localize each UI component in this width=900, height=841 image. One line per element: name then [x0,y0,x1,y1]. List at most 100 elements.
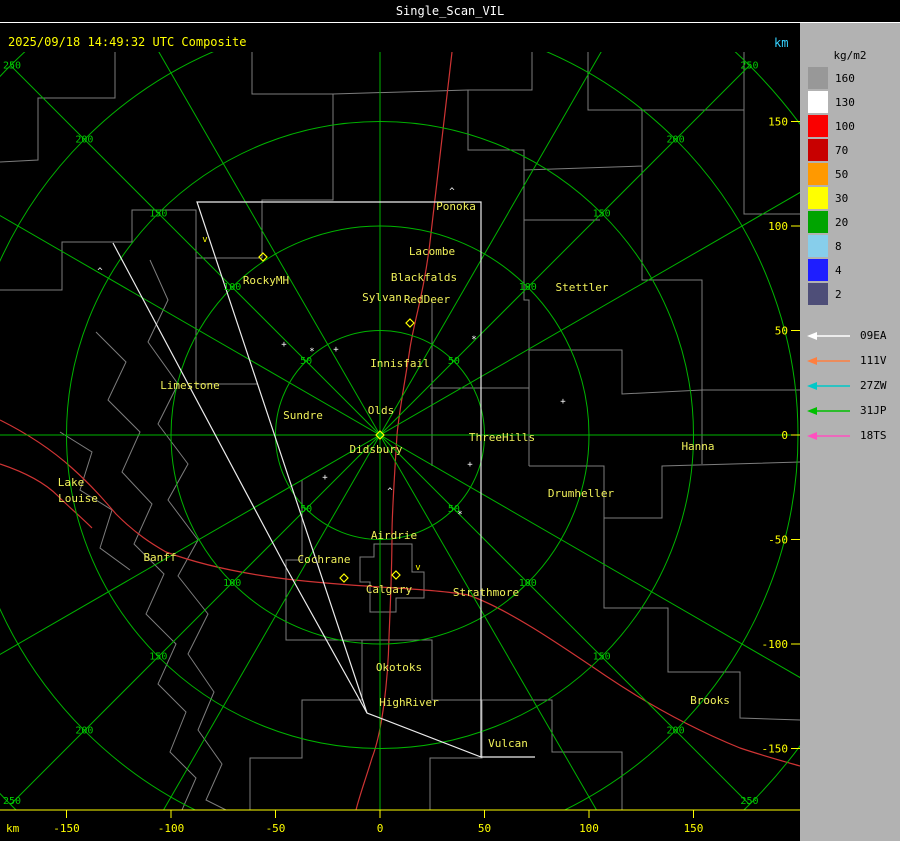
svg-text:150: 150 [593,208,611,219]
svg-text:100: 100 [519,578,537,589]
svg-text:250: 250 [3,796,21,807]
radar-map-canvas[interactable]: 50 100 150 200 250 50 100 150 200 250 50 100 150 200 2… [0,52,800,841]
scale-entry: 130 [808,91,855,113]
bottom-axis-tick-label: -150 [53,822,80,835]
svg-text:+: + [467,460,473,470]
site-entry: 31JP [806,398,887,423]
town-label: Limestone [160,379,220,392]
right-axis-tick-label: 100 [768,220,788,233]
town-label: Blackfalds [391,271,457,284]
scale-entry: 4 [808,259,855,281]
town-label: Sundre [283,409,323,422]
site-arrow-icon [807,406,850,415]
scale-value-label: 30 [835,191,849,205]
svg-text:+: + [333,345,339,355]
radar-app-window: Single_Scan_VIL 2025/09/18 14:49:32 UTC … [0,0,900,841]
scale-value-label: 50 [835,167,849,181]
right-axis-tick-label: 150 [768,116,788,129]
site-entry: 09EA [806,323,887,348]
svg-text:+: + [281,340,287,350]
right-axis-tick-label: -50 [768,534,788,547]
town-label: Olds [368,404,395,417]
site-id-label: 09EA [860,329,887,342]
scale-value-label: 4 [835,263,842,277]
scale-color-swatch [808,91,828,113]
svg-text:^: ^ [97,267,103,277]
scale-value-label: 100 [835,119,855,133]
svg-text:100: 100 [223,578,241,589]
svg-text:250: 250 [740,796,758,807]
site-arrow-icon [807,431,850,440]
town-label: Hanna [681,440,714,453]
bottom-axis-tick-label: 50 [478,822,491,835]
svg-text:250: 250 [3,61,21,72]
site-arrow-icon [807,381,850,390]
svg-text:v: v [202,235,207,245]
bottom-axis-unit-label: km [6,822,20,835]
right-axis-unit-label: km [774,36,789,50]
town-label: ThreeHills [469,431,535,444]
bottom-axis-tick-label: -50 [266,822,286,835]
svg-text:^: ^ [387,487,393,497]
scale-units-label: kg/m2 [833,49,867,62]
svg-text:+: + [322,473,328,483]
scale-value-label: 130 [835,95,855,109]
svg-text:200: 200 [667,726,685,737]
town-label: Didsbury [350,443,403,456]
site-id-label: 27ZW [860,379,887,392]
scale-entry: 50 [808,163,855,185]
town-label: Stettler [556,281,609,294]
scale-color-swatch [808,259,828,281]
scale-value-label: 8 [835,239,842,253]
scale-entry: 100 [808,115,855,137]
svg-text:200: 200 [75,134,93,145]
scale-color-swatch [808,139,828,161]
bottom-axis-tick-label: 100 [579,822,599,835]
town-label: RockyMH [243,274,289,287]
town-label: Ponoka [436,200,476,213]
bottom-axis-tick-label: 150 [684,822,704,835]
town-label: Lacombe [409,245,455,258]
title-bar: Single_Scan_VIL [0,0,900,23]
site-entry: 111V [806,348,887,373]
svg-text:100: 100 [223,282,241,293]
town-label: Okotoks [376,661,422,674]
site-id-label: 18TS [860,429,887,442]
town-label: Vulcan [488,737,528,750]
right-axis-tick-label: -150 [762,743,789,756]
scale-color-swatch [808,235,828,257]
svg-text:50: 50 [448,356,460,367]
svg-text:*: * [471,335,476,345]
scale-value-label: 160 [835,71,855,85]
site-arrow-icon [807,356,850,365]
town-label: RedDeer [404,293,451,306]
svg-text:150: 150 [149,208,167,219]
site-entry: 27ZW [806,373,887,398]
scale-entry: 8 [808,235,855,257]
bottom-axis-tick-label: 0 [377,822,384,835]
scale-color-swatch [808,187,828,209]
scale-color-swatch [808,67,828,89]
svg-text:^: ^ [449,187,455,197]
svg-text:50: 50 [300,504,312,515]
svg-text:50: 50 [300,356,312,367]
scale-color-swatch [808,163,828,185]
right-axis-tick-label: 50 [775,325,788,338]
color-scale: 160 130 100 70 50 30 20 8 4 2 [808,67,855,307]
svg-text:200: 200 [75,726,93,737]
town-label: Louise [58,492,98,505]
right-axis-tick-label: -100 [762,638,789,651]
scale-color-swatch [808,211,828,233]
scale-entry: 160 [808,67,855,89]
scale-color-swatch [808,115,828,137]
svg-text:v: v [415,563,420,573]
legend-panel: kg/m2 160 130 100 70 50 30 20 8 4 2 09EA 111V 27ZW 3… [800,23,900,841]
svg-text:*: * [309,347,314,357]
svg-text:*: * [457,510,462,520]
scale-entry: 20 [808,211,855,233]
town-label: Sylvan [362,291,402,304]
scale-entry: 2 [808,283,855,305]
svg-text:150: 150 [593,652,611,663]
site-id-label: 111V [860,354,887,367]
town-label: Strathmore [453,586,519,599]
